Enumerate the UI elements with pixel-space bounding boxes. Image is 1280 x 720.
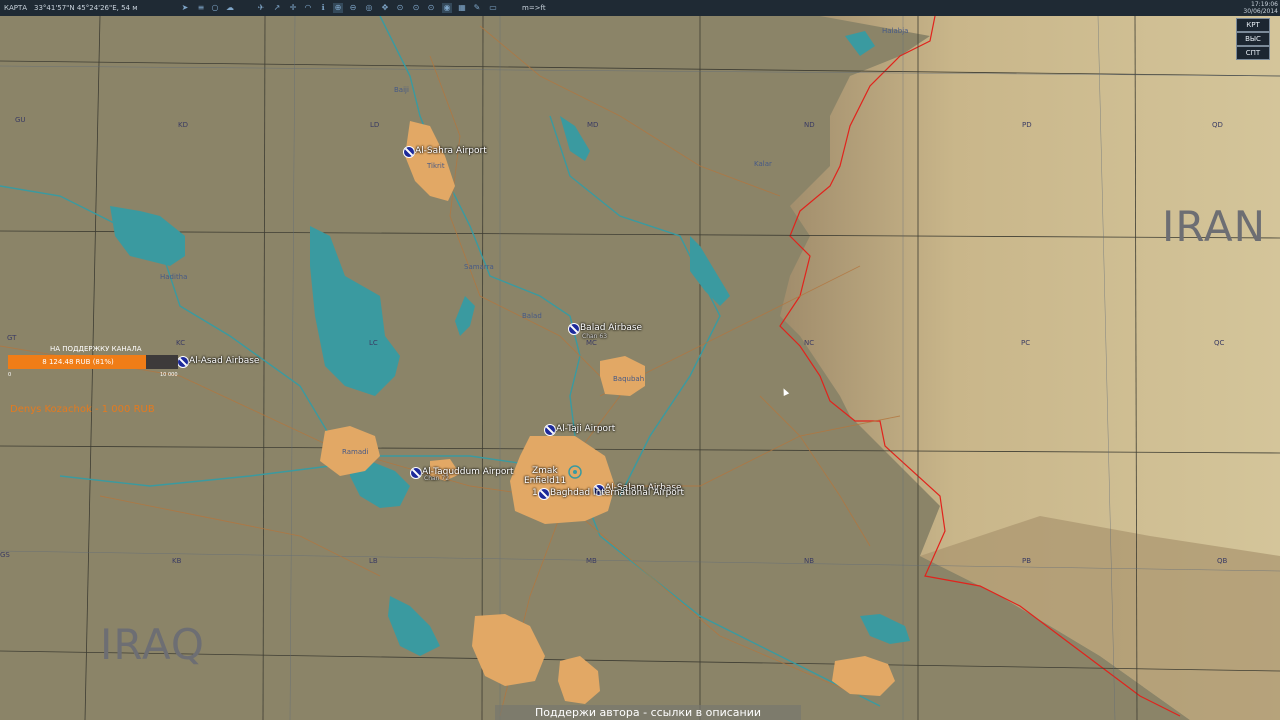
- cloud-icon[interactable]: ☁: [225, 3, 235, 13]
- zoom-in-icon[interactable]: ⊕: [333, 3, 343, 13]
- zoom-icon[interactable]: ⊙: [411, 3, 421, 13]
- map-menu-button[interactable]: КАРТА: [4, 0, 27, 16]
- town-label: Kalar: [754, 160, 772, 168]
- grid-label: KC: [176, 339, 186, 347]
- donation-title: НА ПОДДЕРЖКУ КАНАЛА: [50, 345, 142, 353]
- country-label-iran: IRAN: [1162, 202, 1267, 251]
- target-icon[interactable]: ✛: [288, 3, 298, 13]
- airbase-label[interactable]: Al-Sahra Airport: [415, 146, 487, 156]
- donation-min: 0: [8, 372, 12, 378]
- wifi-icon[interactable]: ◠: [303, 3, 313, 13]
- unit-label-enfield[interactable]: Enfield11: [524, 476, 566, 486]
- zoom-icon[interactable]: ⊙: [426, 3, 436, 13]
- grid-label: ND: [804, 121, 815, 129]
- circle-icon[interactable]: ○: [210, 3, 220, 13]
- town-label: Haditha: [160, 273, 188, 281]
- town-label: Baqubah: [613, 375, 645, 383]
- grid-label: MB: [586, 557, 597, 565]
- tacan-channel: Chan 72: [424, 475, 450, 482]
- map-canvas[interactable]: [0, 16, 1280, 720]
- units-toggle[interactable]: m=>ft: [522, 0, 546, 16]
- grid-icon[interactable]: ▦: [457, 3, 467, 13]
- zoom-out-icon[interactable]: ⊖: [348, 3, 358, 13]
- town-label: Samarra: [464, 263, 494, 271]
- layers-icon[interactable]: ≡: [196, 3, 206, 13]
- grid-label: LC: [369, 339, 378, 347]
- route-icon[interactable]: ◎: [364, 3, 374, 13]
- grid-label: NC: [804, 339, 815, 347]
- arrow-icon[interactable]: ↗: [272, 3, 282, 13]
- town-label: Baiji: [394, 86, 409, 94]
- donation-max: 10 000: [160, 372, 178, 378]
- grid-label: KB: [172, 557, 182, 565]
- grid-label: GU: [15, 116, 26, 124]
- grid-label: MD: [587, 121, 599, 129]
- airbase-icon[interactable]: [403, 146, 415, 158]
- unit-label-number[interactable]: 1: [532, 488, 538, 498]
- airbase-label[interactable]: Baghdad International Airport: [550, 488, 684, 498]
- airbase-icon[interactable]: [538, 488, 550, 500]
- grid-label: MC: [586, 339, 597, 347]
- country-label-iraq: IRAQ: [100, 620, 205, 669]
- grid-label: NB: [804, 557, 815, 565]
- pin-icon[interactable]: ➤: [180, 3, 190, 13]
- top-toolbar: КАРТА 33°41'57"N 45°24'26"E, 54 м ➤ ≡ ○ …: [0, 0, 1280, 16]
- donation-progress-bar: 8 124.48 RUB (81%): [8, 355, 178, 369]
- grid-label: GS: [0, 551, 10, 559]
- stream-subtitle: Поддержи автора - ссылки в описании: [495, 705, 801, 720]
- zoom-icon[interactable]: ⊙: [395, 3, 405, 13]
- donation-amount: 8 124.48 RUB (81%): [42, 358, 114, 366]
- cursor-coordinates: 33°41'57"N 45°24'26"E, 54 м: [34, 4, 138, 12]
- tacan-channel: Chan 63: [582, 333, 608, 340]
- grid-label: QC: [1214, 339, 1225, 347]
- satellite-button[interactable]: СПТ: [1236, 46, 1270, 60]
- grid-label: LD: [370, 121, 380, 129]
- airbase-label[interactable]: Al-Taji Airport: [556, 424, 615, 434]
- airbase-icon[interactable]: [544, 424, 556, 436]
- town-label: Balad: [522, 312, 542, 320]
- airbase-icon[interactable]: [568, 323, 580, 335]
- grid-label: GT: [7, 334, 17, 342]
- info-icon[interactable]: ℹ: [318, 3, 328, 13]
- grid-label: QB: [1217, 557, 1228, 565]
- clock-time: 17:19:06: [1251, 1, 1278, 8]
- airbase-icon[interactable]: [410, 467, 422, 479]
- move-icon[interactable]: ✥: [380, 3, 390, 13]
- clock-date: 30/06/2014: [1243, 8, 1278, 15]
- pencil-icon[interactable]: ✎: [472, 3, 482, 13]
- grid-label: PC: [1021, 339, 1031, 347]
- grid-label: LB: [369, 557, 378, 565]
- donor-message: Denys Kozachok - 1 000 RUB: [10, 404, 155, 415]
- ruler-icon[interactable]: ▭: [488, 3, 498, 13]
- town-label: Tikrit: [427, 162, 445, 170]
- grid-label: QD: [1212, 121, 1223, 129]
- clock: 17:19:06 30/06/2014: [1243, 1, 1278, 15]
- airbase-label[interactable]: Al-Asad Airbase: [189, 356, 259, 366]
- map-type-button[interactable]: КРТ: [1236, 18, 1270, 32]
- grid-label: KD: [178, 121, 188, 129]
- airbase-icon[interactable]: [177, 356, 189, 368]
- town-label: Ramadi: [342, 448, 369, 456]
- town-label: Halabja: [882, 27, 909, 35]
- globe-icon[interactable]: ◉: [442, 3, 452, 13]
- plane-icon[interactable]: ✈: [256, 3, 266, 13]
- grid-label: PD: [1022, 121, 1032, 129]
- unit-label-zmak[interactable]: Zmak: [532, 466, 558, 476]
- grid-label: PB: [1022, 557, 1032, 565]
- altitude-button[interactable]: ВЫС: [1236, 32, 1270, 46]
- airbase-label[interactable]: Balad Airbase: [580, 323, 642, 333]
